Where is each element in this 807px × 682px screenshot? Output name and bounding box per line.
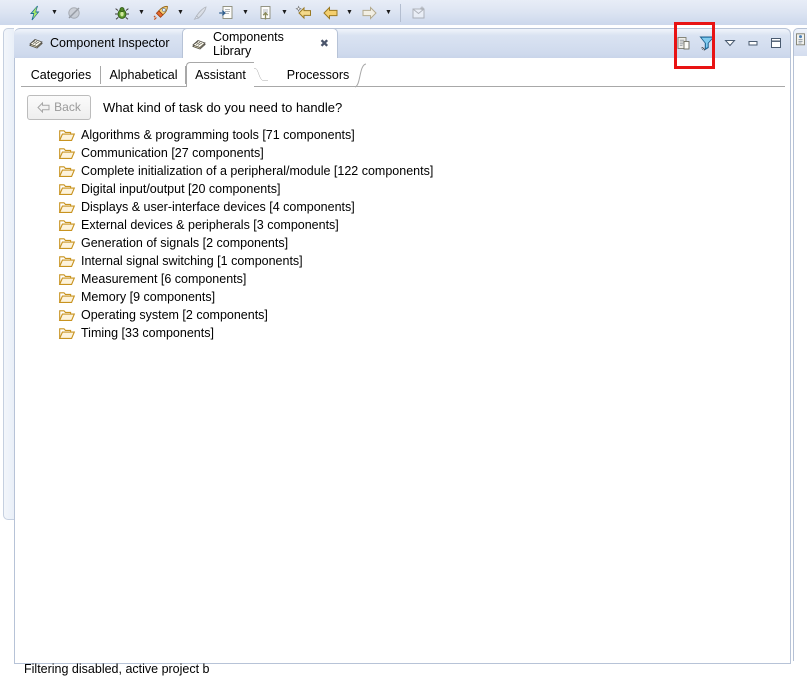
folder-icon <box>58 309 76 322</box>
filter-funnel-icon <box>698 35 715 51</box>
main-toolbar: ▼ ▼ ▼ ▼ ▼ ▼ ▼ <box>0 0 807 26</box>
debug-bug-icon[interactable] <box>109 2 135 24</box>
folder-icon <box>58 255 76 268</box>
list-item[interactable]: Internal signal switching [1 components] <box>27 252 775 270</box>
disabled-globe-icon <box>61 2 87 24</box>
tab-curve-right <box>254 68 268 81</box>
view-menu-chevron-icon[interactable] <box>718 32 741 54</box>
assistant-question-row: Back What kind of task do you need to ha… <box>27 94 767 120</box>
list-item[interactable]: Displays & user-interface devices [4 com… <box>27 198 775 216</box>
right-view-stack-body <box>793 56 807 661</box>
list-item[interactable]: Generation of signals [2 components] <box>27 234 775 252</box>
workbench: Component Inspector Components Library ✖ <box>0 25 807 676</box>
export-dropdown-arrow-icon[interactable]: ▼ <box>278 2 291 24</box>
list-item[interactable]: Complete initialization of a peripheral/… <box>27 162 775 180</box>
list-item-label: Measurement [6 components] <box>81 272 247 286</box>
copy-document-icon[interactable] <box>672 32 695 54</box>
back-button[interactable]: Back <box>27 94 91 120</box>
assistant-question: What kind of task do you need to handle? <box>103 99 343 115</box>
components-library-view: Component Inspector Components Library ✖ <box>14 28 791 664</box>
left-arrow-icon <box>37 101 50 113</box>
import-document-icon[interactable] <box>213 2 239 24</box>
folder-icon <box>58 201 76 214</box>
minimize-icon[interactable] <box>741 32 764 54</box>
list-item[interactable]: Timing [33 components] <box>27 324 775 342</box>
inner-tab-folder: Categories Alphabetical Assistant Proces… <box>21 62 785 88</box>
toolbar-separator <box>400 3 401 22</box>
import-dropdown-arrow-icon[interactable]: ▼ <box>239 2 252 24</box>
list-item-label: Digital input/output [20 components] <box>81 182 281 196</box>
status-bar: Filtering disabled, active project b <box>14 656 807 682</box>
list-item[interactable]: Measurement [6 components] <box>27 270 775 288</box>
run-dropdown-arrow-icon[interactable]: ▼ <box>48 2 61 24</box>
properties-icon <box>795 33 806 46</box>
list-item[interactable]: Digital input/output [20 components] <box>27 180 775 198</box>
list-item-label: Communication [27 components] <box>81 146 264 160</box>
components-icon <box>28 35 44 51</box>
list-item-label: Timing [33 components] <box>81 326 214 340</box>
list-item[interactable]: Memory [9 components] <box>27 288 775 306</box>
debug-dropdown-arrow-icon[interactable]: ▼ <box>135 2 148 24</box>
status-bar-text: Filtering disabled, active project b <box>24 662 210 676</box>
list-item-label: Displays & user-interface devices [4 com… <box>81 200 355 214</box>
back-button-label: Back <box>54 100 81 114</box>
folder-icon <box>58 327 76 340</box>
filter-button[interactable] <box>695 32 718 54</box>
tab-categories[interactable]: Categories <box>21 63 101 87</box>
run-icon[interactable] <box>22 2 48 24</box>
left-collapsed-sash[interactable] <box>0 25 14 667</box>
view-tab-label: Component Inspector <box>50 36 170 50</box>
new-window-icon <box>406 2 432 24</box>
folder-icon <box>58 219 76 232</box>
folder-icon <box>58 273 76 286</box>
maximize-icon[interactable] <box>764 32 787 54</box>
build-dropdown-arrow-icon[interactable]: ▼ <box>174 2 187 24</box>
list-item-label: Memory [9 components] <box>81 290 216 304</box>
folder-icon <box>58 147 76 160</box>
list-item[interactable]: Algorithms & programming tools [71 compo… <box>27 126 775 144</box>
inner-tab-label: Processors <box>286 68 350 82</box>
export-document-icon[interactable] <box>252 2 278 24</box>
list-item-label: Operating system [2 components] <box>81 308 268 322</box>
list-item[interactable]: Communication [27 components] <box>27 144 775 162</box>
tab-assistant[interactable]: Assistant <box>186 62 254 87</box>
view-tab-label: Components Library <box>213 29 284 58</box>
list-item[interactable]: Operating system [2 components] <box>27 306 775 324</box>
back-dropdown-arrow-icon[interactable]: ▼ <box>343 2 356 24</box>
view-tab-components-library[interactable]: Components Library ✖ <box>182 28 338 58</box>
view-body: Categories Alphabetical Assistant Proces… <box>14 58 791 664</box>
folder-icon <box>58 237 76 250</box>
folder-icon <box>58 291 76 304</box>
toolbar-gap-1 <box>87 2 109 24</box>
list-item[interactable]: External devices & peripherals [3 compon… <box>27 216 775 234</box>
back-arrow-icon[interactable] <box>317 2 343 24</box>
view-tab-row: Component Inspector Components Library ✖ <box>14 28 791 58</box>
build-rocket-icon[interactable] <box>148 2 174 24</box>
list-item-label: Algorithms & programming tools [71 compo… <box>81 128 355 142</box>
view-toolbar <box>672 31 787 55</box>
view-tab-component-inspector[interactable]: Component Inspector <box>20 28 182 58</box>
components-icon <box>191 36 207 52</box>
forward-dropdown-arrow-icon[interactable]: ▼ <box>382 2 395 24</box>
list-item-label: Complete initialization of a peripheral/… <box>81 164 434 178</box>
right-view-stack[interactable] <box>793 25 807 667</box>
tab-alphabetical[interactable]: Alphabetical <box>101 63 186 87</box>
folder-icon <box>58 129 76 142</box>
forward-arrow-icon <box>356 2 382 24</box>
inner-tab-label: Alphabetical <box>109 68 178 82</box>
inner-tab-label: Categories <box>30 68 92 82</box>
category-list[interactable]: Algorithms & programming tools [71 compo… <box>27 126 775 648</box>
list-item-label: Internal signal switching [1 components] <box>81 254 303 268</box>
list-item-label: External devices & peripherals [3 compon… <box>81 218 339 232</box>
inner-tab-label: Assistant <box>195 68 246 82</box>
close-icon[interactable]: ✖ <box>320 37 329 50</box>
tab-processors[interactable]: Processors <box>282 63 354 87</box>
tab-curve-processors <box>354 63 367 88</box>
pen-icon <box>187 2 213 24</box>
list-item-label: Generation of signals [2 components] <box>81 236 289 250</box>
left-sash-handle[interactable] <box>3 28 14 520</box>
back-star-arrow-icon[interactable] <box>291 2 317 24</box>
folder-icon <box>58 165 76 178</box>
folder-icon <box>58 183 76 196</box>
